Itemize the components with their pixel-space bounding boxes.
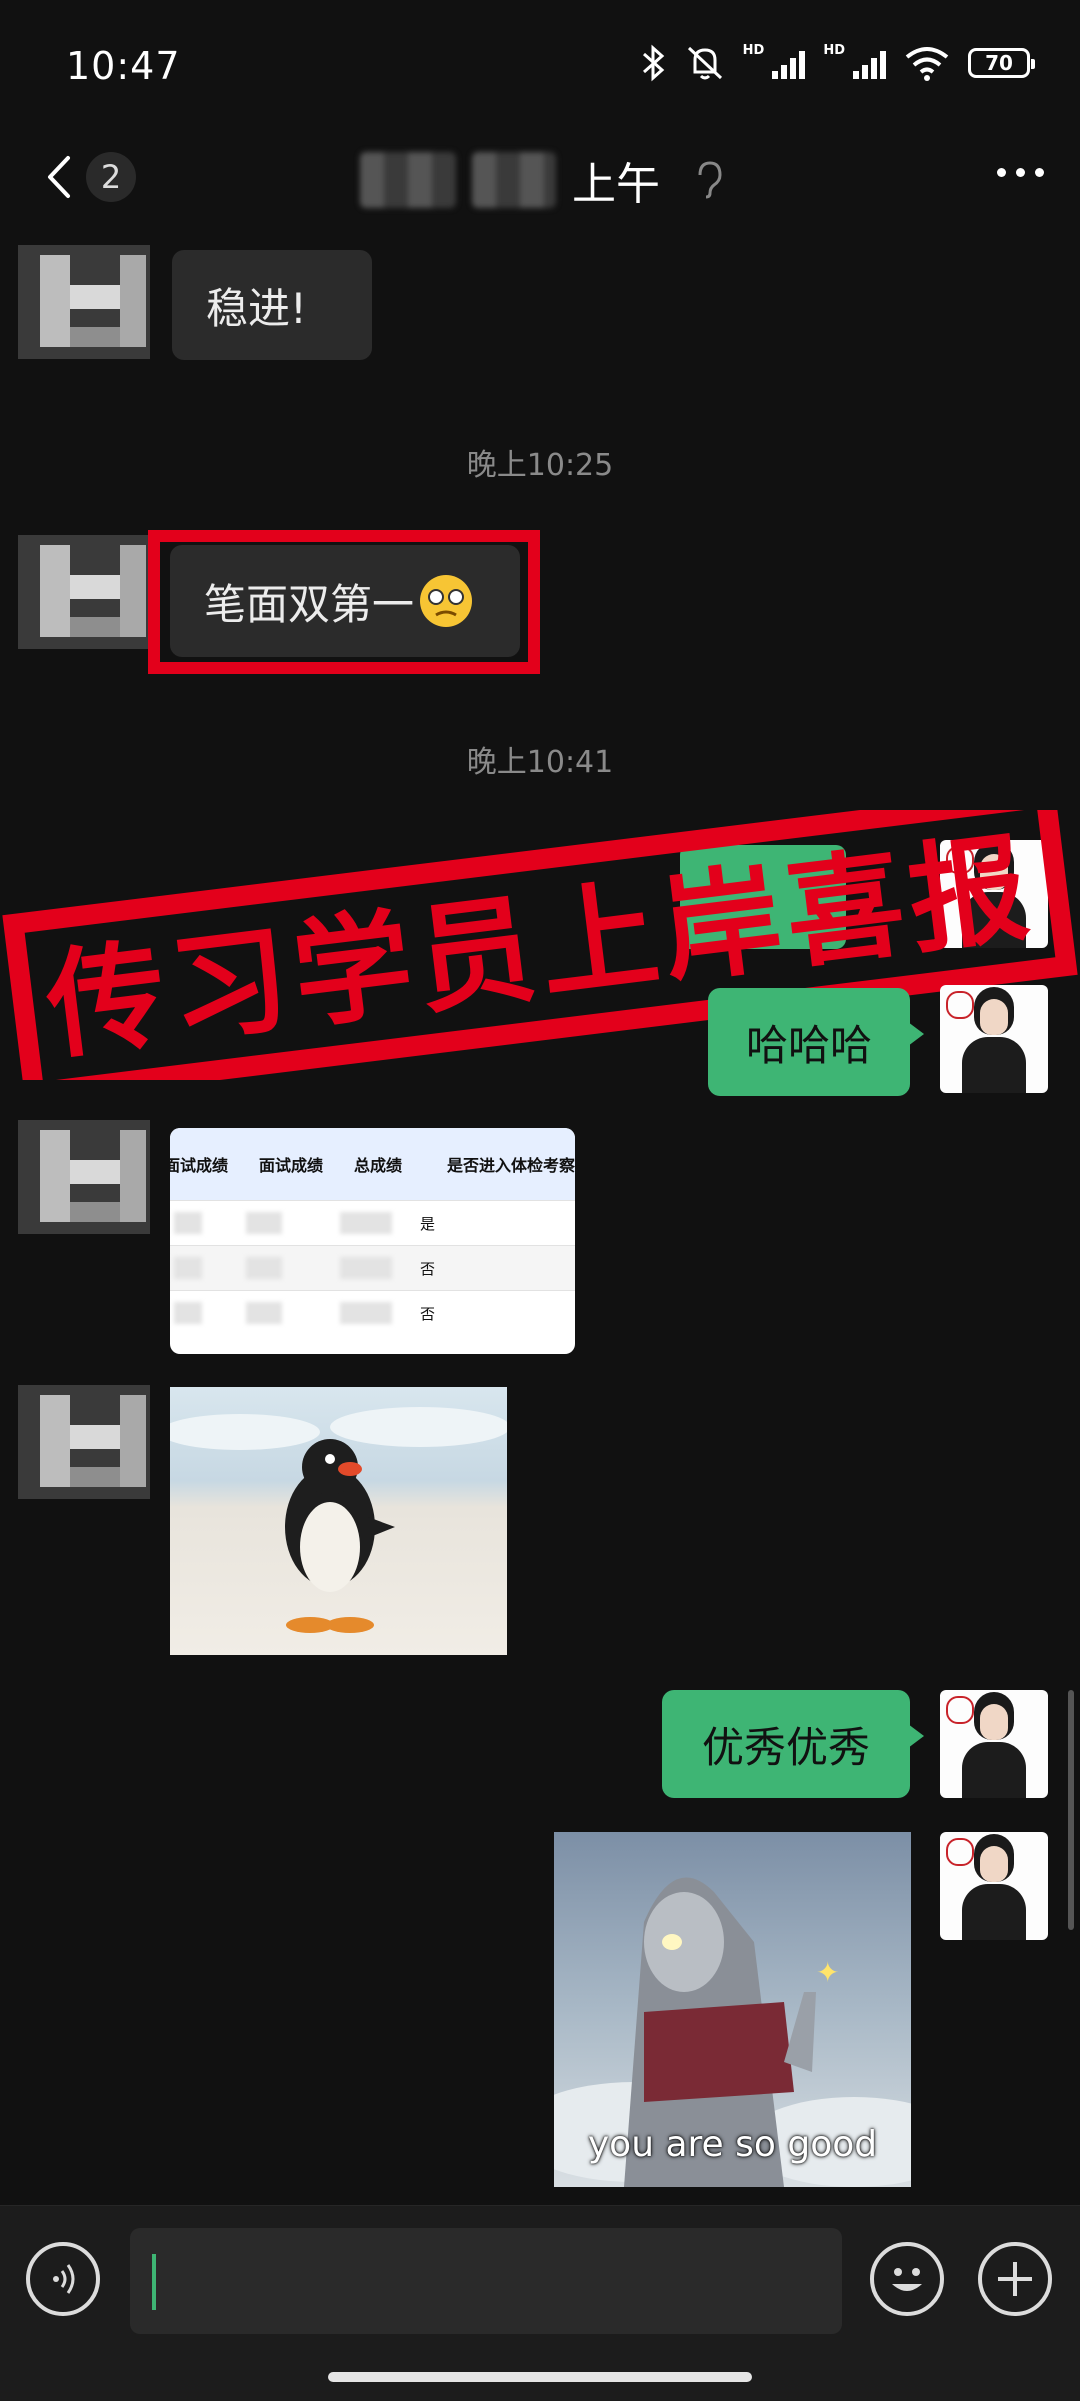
ultraman-sticker-image[interactable]: ✦ you are so good xyxy=(554,1832,911,2187)
message-text: 优秀优秀 xyxy=(701,1722,870,1772)
table-column-header: 面试成绩 xyxy=(258,1156,323,1175)
contact-avatar[interactable] xyxy=(18,1120,150,1234)
contact-avatar[interactable] xyxy=(18,535,150,649)
table-row: 是 xyxy=(170,1200,575,1245)
plus-icon xyxy=(998,2262,1032,2296)
table-row: 否 xyxy=(170,1290,575,1335)
status-icons: HD HD 70 xyxy=(641,43,1035,82)
scrollbar[interactable] xyxy=(1068,1690,1074,1930)
redacted-name-block xyxy=(472,152,556,208)
table-column-header: 总成绩 xyxy=(353,1156,402,1175)
score-table-image[interactable]: 面试成绩 面试成绩 总成绩 是否进入体检考察 是 否 否 xyxy=(170,1128,575,1354)
penguin-illustration xyxy=(170,1407,507,1633)
self-avatar[interactable] xyxy=(940,1690,1048,1798)
unread-count-badge[interactable]: 2 xyxy=(86,152,136,202)
table-cell: 否 xyxy=(420,1259,436,1278)
chat-header: 2 上午 xyxy=(0,130,1080,230)
emoji-button[interactable] xyxy=(870,2242,944,2316)
table-header: 面试成绩 面试成绩 总成绩 是否进入体检考察 xyxy=(170,1128,575,1200)
signal-icon-2 xyxy=(853,47,886,79)
sticker-caption: you are so good xyxy=(587,2124,878,2165)
battery-indicator: 70 xyxy=(968,48,1035,78)
message-text: 哈哈哈 xyxy=(745,1020,872,1070)
highlight-frame xyxy=(148,530,540,674)
voice-icon xyxy=(53,2264,75,2294)
message-input[interactable] xyxy=(130,2228,842,2334)
incoming-message-bubble[interactable]: 稳进! xyxy=(172,250,372,360)
message-timestamp: 晚上10:41 xyxy=(466,745,614,780)
hd-label-1: HD xyxy=(742,43,765,58)
earpiece-icon xyxy=(698,161,722,199)
self-avatar[interactable] xyxy=(940,1832,1048,1940)
chat-title-text: 上午 xyxy=(572,159,660,210)
message-text: 稳进! xyxy=(206,283,307,333)
back-arrow-icon[interactable] xyxy=(36,152,86,202)
wifi-icon xyxy=(905,47,949,81)
emoji-icon xyxy=(892,2268,922,2291)
status-time: 10:47 xyxy=(66,44,181,88)
voice-input-button[interactable] xyxy=(26,2242,100,2316)
signal-icon-1 xyxy=(772,47,806,79)
outgoing-message-bubble[interactable]: 优秀优秀 xyxy=(662,1690,924,1798)
status-bar: 10:47 HD HD 70 xyxy=(0,0,1080,135)
table-column-header: 是否进入体检考察 xyxy=(446,1156,575,1175)
text-caret xyxy=(152,2254,156,2310)
svg-text:✦: ✦ xyxy=(816,1956,839,1989)
hd-label-2: HD xyxy=(823,43,845,58)
chat-title[interactable]: 上午 xyxy=(360,148,726,212)
penguin-sticker-image[interactable] xyxy=(170,1387,507,1655)
bluetooth-icon xyxy=(642,44,664,82)
contact-avatar[interactable] xyxy=(18,1385,150,1499)
contact-avatar[interactable] xyxy=(18,245,150,359)
table-column-header: 面试成绩 xyxy=(170,1156,229,1175)
message-timestamp: 晚上10:25 xyxy=(466,448,614,483)
home-indicator[interactable] xyxy=(328,2372,752,2382)
redacted-name-block xyxy=(360,152,456,208)
table-cell: 否 xyxy=(420,1304,436,1323)
self-avatar[interactable] xyxy=(940,985,1048,1093)
mute-bell-icon xyxy=(687,46,722,80)
table-row: 否 xyxy=(170,1245,575,1290)
table-cell: 是 xyxy=(420,1214,436,1233)
more-actions-button[interactable] xyxy=(978,2242,1052,2316)
outgoing-message-bubble[interactable]: 哈哈哈 xyxy=(708,988,924,1096)
more-options-icon[interactable] xyxy=(997,168,1044,177)
